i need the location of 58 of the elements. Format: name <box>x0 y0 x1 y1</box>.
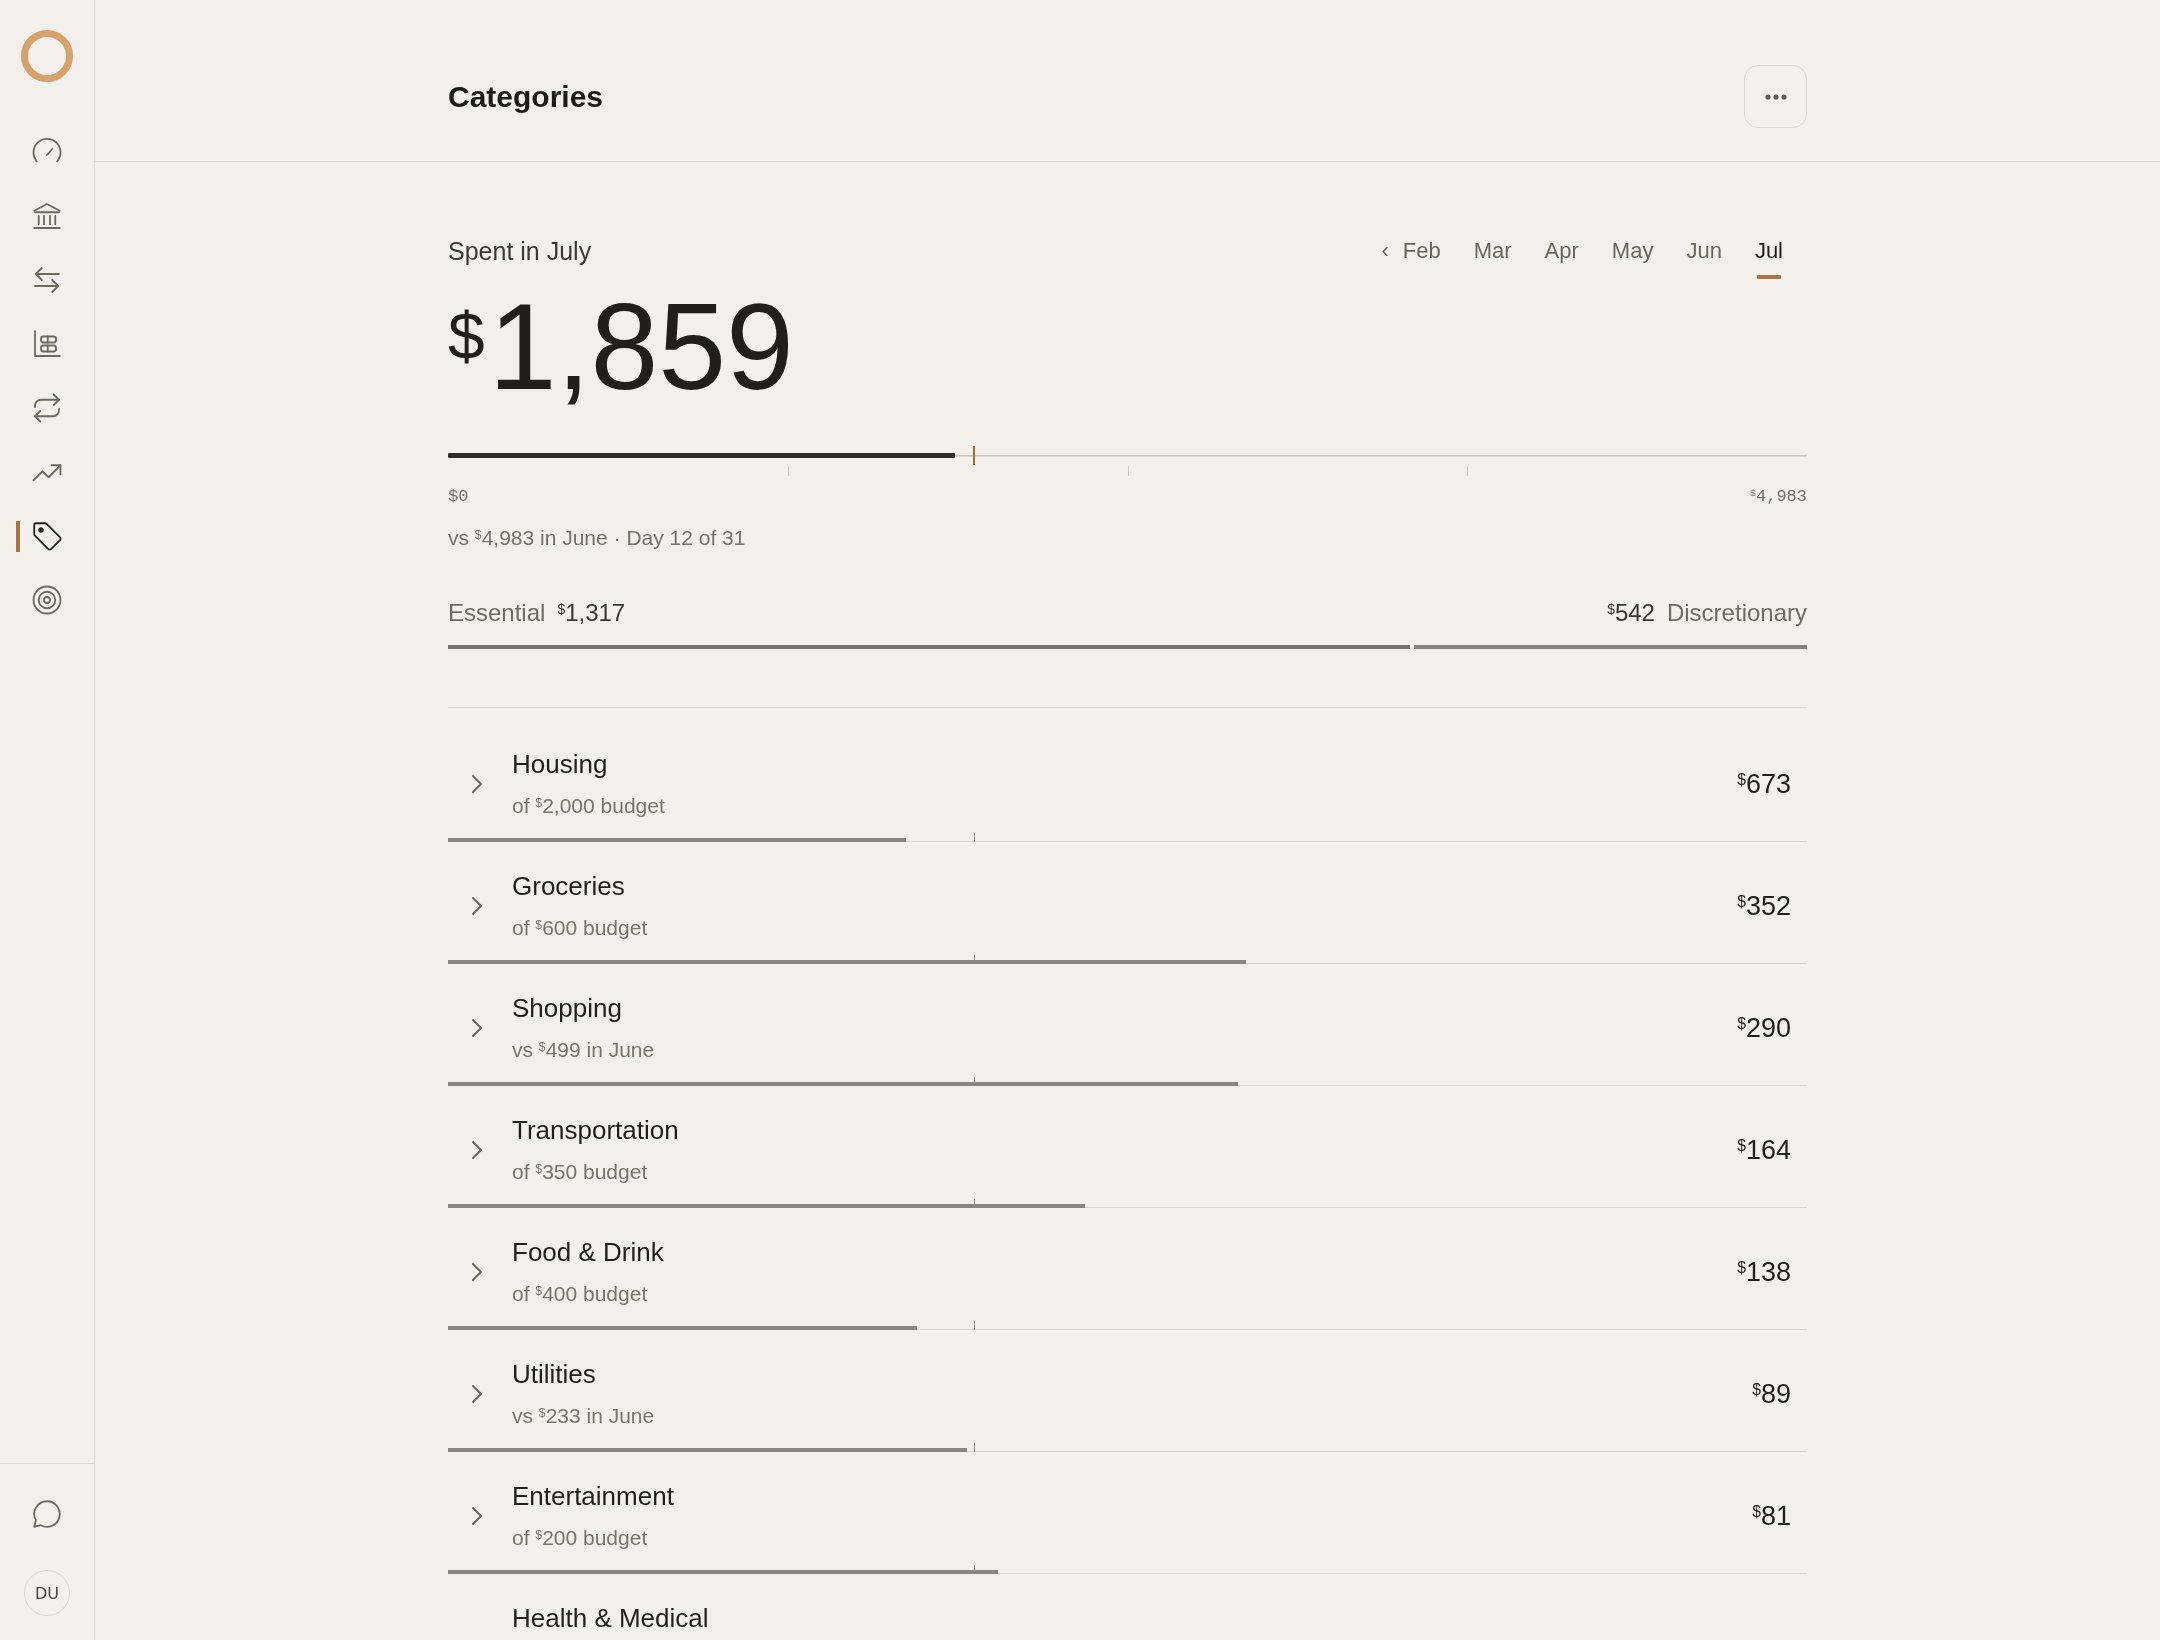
chevron-icon[interactable] <box>471 1018 483 1038</box>
transfer-arrows-icon <box>32 265 62 295</box>
month-tab[interactable]: Apr <box>1544 236 1579 279</box>
chevron-icon[interactable] <box>471 1140 483 1160</box>
bank-icon <box>32 201 62 231</box>
scale-tick <box>787 466 789 476</box>
category-detail: of $^{$}$400 budget <box>512 1281 648 1307</box>
tag-icon <box>32 521 62 551</box>
category-detail: of $^{$}$600 budget <box>512 915 648 941</box>
category-name: Transportation <box>512 1115 679 1145</box>
discretionary-label: Discretionary <box>1666 598 1807 628</box>
chevron-icon[interactable] <box>471 1384 483 1404</box>
category-name: Groceries <box>512 871 625 901</box>
page-title: Categories <box>448 78 604 115</box>
month-tab[interactable]: Jul <box>1754 236 1783 279</box>
category-name: Shopping <box>512 993 622 1023</box>
chevron-icon[interactable] <box>471 774 483 794</box>
month-tab[interactable]: May <box>1611 236 1654 279</box>
essential-amount: $^{$}$1,317 <box>557 598 626 628</box>
category-detail: of $^{$}$350 budget <box>512 1159 648 1185</box>
chevron-icon[interactable] <box>471 896 483 916</box>
scale-tick <box>1467 466 1469 476</box>
category-amount: $^{$}$138 <box>1737 1256 1792 1288</box>
comparison-text: vs $^{$}$4,983 in June · Day 12 of 31 <box>448 525 746 551</box>
category-name: Food & Drink <box>512 1237 664 1267</box>
ring-logo-icon <box>21 30 73 82</box>
month-tab[interactable]: Feb <box>1402 236 1441 279</box>
category-detail: vs $^{$}$233 in June <box>512 1403 655 1429</box>
category-name: Housing <box>512 749 608 779</box>
ellipsis-icon <box>1764 93 1787 100</box>
spent-amount: $^{$}$1,859 <box>448 286 794 408</box>
category-amount: $^{$}$352 <box>1737 890 1792 922</box>
scale-tick <box>1127 466 1129 476</box>
scale-min-label: $0 <box>448 486 469 508</box>
category-detail: of $^{$}$2,000 budget <box>512 793 665 819</box>
previous-month-button[interactable]: ‹ <box>1381 236 1389 279</box>
category-detail: of $^{$}$200 budget <box>512 1525 648 1551</box>
target-icon <box>32 585 62 615</box>
category-amount: $^{$}$673 <box>1737 768 1792 800</box>
chart-icon <box>32 329 62 359</box>
category-amount: $^{$}$164 <box>1737 1134 1792 1166</box>
spent-label: Spent in July <box>448 236 592 266</box>
category-name: Health & Medical <box>512 1603 709 1633</box>
repeat-icon <box>32 393 62 423</box>
month-tab[interactable]: Jun <box>1686 236 1722 279</box>
category-detail: vs $^{$}$499 in June <box>512 1037 655 1063</box>
category-name: Entertainment <box>512 1481 674 1511</box>
scale-max-label: $^{$}$4,983 <box>1750 486 1807 508</box>
category-name: Utilities <box>512 1359 596 1389</box>
chevron-icon[interactable] <box>471 1506 483 1526</box>
essential-label: Essential <box>448 598 546 628</box>
chat-bubble-icon <box>32 1499 62 1529</box>
discretionary-amount: $^{$}$542 <box>1607 598 1655 628</box>
category-amount: $^{$}$290 <box>1737 1012 1792 1044</box>
chevron-icon[interactable] <box>471 1262 483 1282</box>
category-amount: $^{$}$89 <box>1752 1378 1792 1410</box>
month-tab[interactable]: Mar <box>1473 236 1512 279</box>
category-amount: $^{$}$81 <box>1752 1500 1792 1532</box>
